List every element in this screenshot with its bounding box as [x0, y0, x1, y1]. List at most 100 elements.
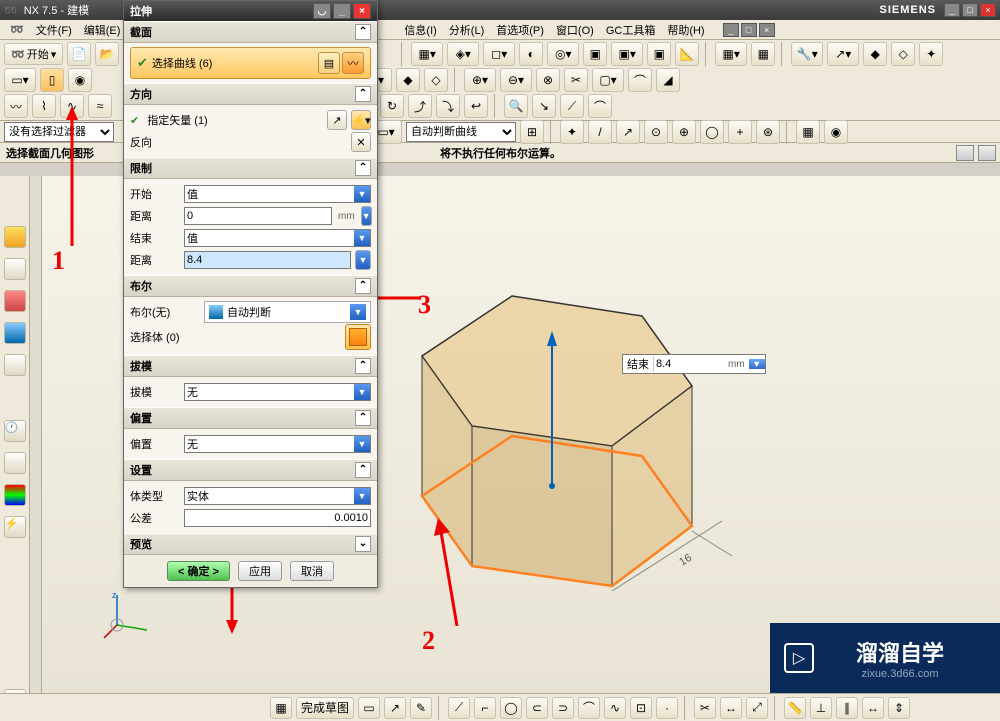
snap5-icon[interactable]: ⊕ [672, 120, 696, 144]
curve4-icon[interactable]: ≈ [88, 94, 112, 118]
select-body-icon[interactable] [345, 324, 371, 350]
maximize-button[interactable]: □ [962, 3, 978, 17]
end-type-dropdown[interactable]: 值▼ [184, 229, 371, 247]
palette-icon[interactable] [4, 452, 26, 474]
collapse-icon[interactable]: ⌃ [355, 278, 371, 294]
snap7-icon[interactable]: + [728, 120, 752, 144]
section-header-settings[interactable]: 设置 ⌃ [124, 459, 377, 481]
open-icon[interactable]: 📂 [95, 42, 119, 66]
sk-b19-icon[interactable]: ↔ [862, 697, 884, 719]
tool3-icon[interactable]: ◆ [863, 42, 887, 66]
draft-dropdown[interactable]: 无▼ [184, 383, 371, 401]
dialog-collapse-button[interactable]: ◡ [313, 3, 331, 19]
sk3-icon[interactable]: ⤵ [436, 94, 460, 118]
cancel-button[interactable]: 取消 [290, 561, 334, 581]
menu-edit[interactable]: 编辑(E) [84, 22, 121, 38]
layer-icon[interactable]: ▦▾ [411, 42, 443, 66]
select-curve-row[interactable]: ✔ 选择曲线 (6) ▤ 〰 [130, 47, 371, 79]
snap8-icon[interactable]: ⊛ [756, 120, 780, 144]
grid-icon[interactable]: ▦ [270, 697, 292, 719]
history-icon[interactable] [4, 290, 26, 312]
sk-b7-icon[interactable]: ⊂ [526, 697, 548, 719]
box-icon[interactable]: ◻▾ [483, 42, 515, 66]
revolve-icon[interactable]: ◉ [68, 68, 92, 92]
snap2-icon[interactable]: / [588, 120, 612, 144]
tool2-icon[interactable]: ↗▾ [827, 42, 859, 66]
curve2-icon[interactable]: ⌇ [32, 94, 56, 118]
offset-dropdown[interactable]: 无▼ [184, 435, 371, 453]
snap9-icon[interactable]: ▦ [796, 120, 820, 144]
sk-b13-icon[interactable]: ✂ [694, 697, 716, 719]
section-header-preview[interactable]: 预览 ⌄ [124, 533, 377, 555]
vector-dialog-icon[interactable]: ↗ [327, 110, 347, 130]
boolean-mode-dropdown[interactable]: 自动判断▼ [204, 301, 371, 323]
help-icon[interactable] [4, 354, 26, 376]
cube3-icon[interactable]: ▣ [647, 42, 671, 66]
close-button[interactable]: × [980, 3, 996, 17]
view-icon[interactable]: ◎▾ [547, 42, 579, 66]
section-header-limits[interactable]: 限制 ⌃ [124, 157, 377, 179]
sk-b18-icon[interactable]: ∥ [836, 697, 858, 719]
dynamic-input-field[interactable] [654, 358, 724, 370]
menu-help[interactable]: 帮助(H) [667, 22, 704, 38]
assembly-icon[interactable]: ▦▾ [715, 42, 747, 66]
sk8-icon[interactable]: ⌒ [588, 94, 612, 118]
dynamic-input-dropdown-icon[interactable]: ▼ [749, 359, 765, 369]
collapse-icon[interactable]: ⌃ [355, 358, 371, 374]
curve-icon[interactable]: 〰 [342, 52, 364, 74]
sk-b3-icon[interactable]: ✎ [410, 697, 432, 719]
snap10-icon[interactable]: ◉ [824, 120, 848, 144]
sk-b16-icon[interactable]: 📏 [784, 697, 806, 719]
chamfer-icon[interactable]: ◢ [656, 68, 680, 92]
collapse-icon[interactable]: ⌃ [355, 24, 371, 40]
reverse-direction-icon[interactable]: ✕ [351, 132, 371, 152]
sub-icon[interactable]: ⊖▾ [500, 68, 532, 92]
collapse-icon[interactable]: ⌃ [355, 160, 371, 176]
sk6-icon[interactable]: ↘ [532, 94, 556, 118]
sk-b11-icon[interactable]: ⊡ [630, 697, 652, 719]
sk1-icon[interactable]: ↻ [380, 94, 404, 118]
collapse-icon[interactable]: ⌃ [355, 462, 371, 478]
dynamic-input[interactable]: 结束 mm ▼ [622, 354, 766, 374]
assy2-icon[interactable]: ▦ [751, 42, 775, 66]
sk-b15-icon[interactable]: ⤢ [746, 697, 768, 719]
tool4-icon[interactable]: ◇ [891, 42, 915, 66]
measure-icon[interactable]: 📐 [675, 42, 699, 66]
collapse-icon[interactable]: ⌃ [355, 86, 371, 102]
start-distance-dropdown-icon[interactable]: ▼ [361, 206, 372, 226]
sketch-icon[interactable]: ▭▾ [4, 68, 36, 92]
body-type-dropdown[interactable]: 实体▼ [184, 487, 371, 505]
start-distance-input[interactable] [184, 207, 332, 225]
expand-icon[interactable]: ⌄ [355, 536, 371, 552]
sk5-icon[interactable]: 🔍 [504, 94, 528, 118]
snap4-icon[interactable]: ⊙ [644, 120, 668, 144]
cube2-icon[interactable]: ▣▾ [611, 42, 643, 66]
finish-sketch-icon[interactable]: 完成草图 [296, 697, 354, 719]
dialog-titlebar[interactable]: 拉伸 ◡ _ × [124, 1, 377, 21]
section-header-boolean[interactable]: 布尔 ⌃ [124, 275, 377, 297]
extrude-icon[interactable]: ▯ [40, 68, 64, 92]
wcs-icon[interactable]: ◈▾ [447, 42, 479, 66]
sk4-icon[interactable]: ↩ [464, 94, 488, 118]
doc-minimize-button[interactable]: _ [723, 23, 739, 37]
dialog-close-button[interactable]: × [353, 3, 371, 19]
sk-b5-icon[interactable]: ⌐ [474, 697, 496, 719]
int-icon[interactable]: ⊗ [536, 68, 560, 92]
start-type-dropdown[interactable]: 值▼ [184, 185, 371, 203]
app-menu-icon[interactable]: ➿ [10, 23, 24, 36]
minimize-button[interactable]: _ [944, 3, 960, 17]
unite-icon[interactable]: ⊕▾ [464, 68, 496, 92]
tool5-icon[interactable]: ✦ [919, 42, 943, 66]
trim-icon[interactable]: ✂ [564, 68, 588, 92]
section-header-direction[interactable]: 方向 ⌃ [124, 83, 377, 105]
tolerance-input[interactable] [184, 509, 371, 527]
part-navigator-icon[interactable] [4, 226, 26, 248]
sk-b2-icon[interactable]: ↗ [384, 697, 406, 719]
dialog-minimize-button[interactable]: _ [333, 3, 351, 19]
assy-navigator-icon[interactable] [4, 258, 26, 280]
new-icon[interactable]: 📄 [67, 42, 91, 66]
sk-b12-icon[interactable]: · [656, 697, 678, 719]
doc-close-button[interactable]: × [759, 23, 775, 37]
shell-icon[interactable]: ▢▾ [592, 68, 624, 92]
tool-icon[interactable]: 🔧▾ [791, 42, 823, 66]
